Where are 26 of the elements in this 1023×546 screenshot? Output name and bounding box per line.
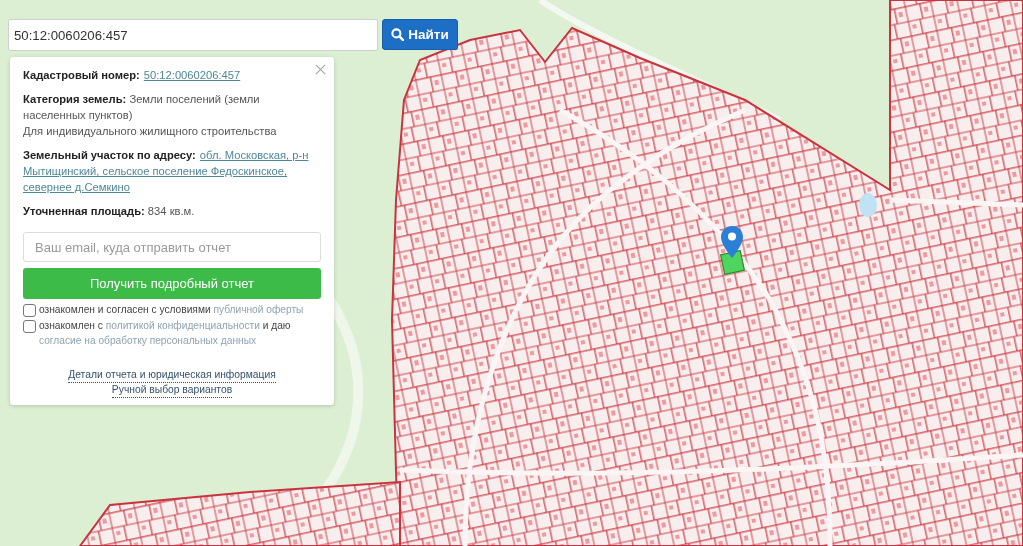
consent-text: ознакомлен и согласен с условиями [39, 304, 211, 315]
field-link[interactable]: севернее д.Семкино [23, 181, 130, 193]
consent-link[interactable]: согласие на обработку персональных данных [39, 335, 257, 346]
info-text: Категория земель: Земли поселений (земли населенных пунктов) [23, 92, 261, 123]
close-icon[interactable] [315, 64, 326, 75]
search-field[interactable]: 50:12:0060206:457 [8, 19, 378, 51]
footer-link[interactable]: Детали отчета и юридическая информация [68, 367, 276, 383]
email-field[interactable]: Ваш email, куда отправить отчет [23, 232, 321, 262]
info-text: Уточненная площадь: 834 кв.м. [23, 204, 196, 219]
report-button[interactable]: Получить подробный отчет [23, 268, 321, 299]
checkbox[interactable] [23, 304, 36, 317]
field-link[interactable]: обл. Московская, р-н [199, 149, 309, 161]
search-button[interactable]: Найти [382, 19, 458, 50]
map-pin-icon [721, 226, 743, 258]
consent-link[interactable]: публичной оферты [213, 304, 304, 315]
consent-text: ознакомлен с [39, 319, 103, 331]
field-link[interactable]: Мытищинский, сельское поселение Федоскинское, [23, 165, 288, 177]
consent-link[interactable]: политикой конфиденциальности [105, 319, 260, 331]
field-label: Земельный участок по адресу: [23, 149, 196, 161]
info-text: Для индивидуального жилищного строительства [23, 124, 278, 139]
field-label: Кадастровый номер: [23, 69, 140, 81]
search-icon [391, 28, 405, 41]
consent-text: и даю [262, 319, 291, 331]
field-link[interactable]: 50:12:0060206:457 [143, 69, 241, 81]
footer-link[interactable]: Ручной выбор вариантов [111, 382, 233, 398]
checkbox[interactable] [23, 319, 36, 333]
